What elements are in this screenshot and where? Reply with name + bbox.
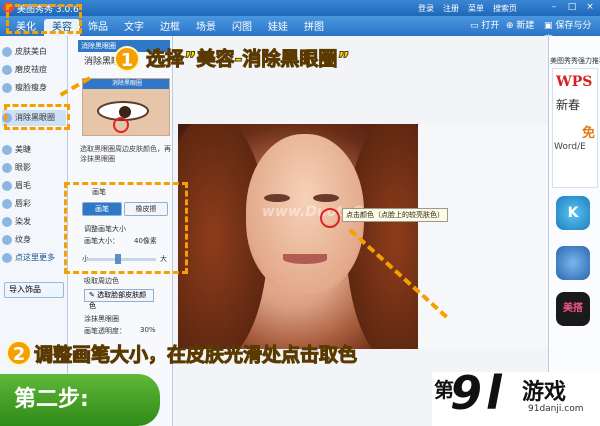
skin-icon — [2, 46, 12, 57]
pick-skin-color-button[interactable]: ✎ 选取脸部皮肤颜色 — [84, 289, 154, 310]
preview-tag: 消除黑眼圈 — [83, 79, 169, 89]
folder-icon: ▭ — [470, 21, 482, 31]
eyedropper-icon: ✎ — [89, 291, 98, 299]
hair-icon — [2, 216, 12, 227]
gear-icon[interactable] — [556, 246, 590, 280]
face-icon — [2, 64, 12, 75]
lips-icon — [2, 198, 12, 209]
save-share-button[interactable]: ▣ 保存与分享 — [544, 19, 600, 45]
sidebar-item-brows[interactable]: 眉毛 — [2, 178, 66, 194]
step2-number: 2 — [6, 340, 32, 366]
lash-icon — [2, 144, 12, 155]
panel-description: 选取黑眼圈周边皮肤颜色，再涂抹黑眼圈 — [80, 145, 171, 163]
brow-icon — [2, 180, 12, 191]
plus-icon: ⊕ — [506, 21, 517, 31]
eyeshadow-icon — [2, 162, 12, 173]
canvas-blank — [418, 124, 548, 349]
minimize-button[interactable]: – — [548, 2, 560, 13]
ad-wps-text: WPS — [556, 74, 593, 90]
close-button[interactable]: × — [584, 2, 596, 13]
brand-name: 游戏 — [522, 380, 567, 405]
meida-app-icon[interactable]: 美搭 — [556, 292, 590, 326]
tab-doll[interactable]: 娃娃 — [260, 19, 296, 36]
tab-collage[interactable]: 拼图 — [296, 19, 332, 36]
opacity-heading: 涂抹黑眼圈 — [84, 315, 119, 323]
import-accessory-button[interactable]: 导入饰品 — [4, 282, 64, 298]
search-link[interactable]: 搜索页 — [493, 3, 517, 14]
brand-nine: 9 — [450, 366, 483, 420]
tattoo-icon — [2, 234, 12, 245]
target-circle-icon — [113, 117, 129, 133]
opacity-value: 30% — [140, 326, 156, 334]
sidebar-item-whiten[interactable]: 皮肤美白 — [2, 44, 66, 60]
color-pick-circle-icon — [320, 208, 340, 228]
title-bar: 美图秀秀 3.0.6 登录 注册 菜单 搜索页 – □ × — [0, 0, 600, 16]
opacity-label: 画笔透明度： — [84, 327, 126, 335]
body-icon — [2, 82, 12, 93]
highlight-beauty-tab — [6, 4, 82, 34]
new-button[interactable]: ⊕ 新建 — [506, 19, 534, 33]
ad-script-text: 新春 — [556, 98, 581, 112]
sidebar-item-hair[interactable]: 染发 — [2, 214, 66, 230]
sidebar-item-eyeshadow[interactable]: 眼影 — [2, 160, 66, 176]
tab-flash[interactable]: 闪图 — [224, 19, 260, 36]
photo-canvas[interactable] — [178, 124, 418, 349]
highlight-dark-circle-item — [4, 104, 70, 130]
sidebar-item-tattoo[interactable]: 纹身 — [2, 232, 66, 248]
k-app-icon[interactable]: K — [556, 196, 590, 230]
maximize-button[interactable]: □ — [566, 2, 578, 13]
open-button[interactable]: ▭ 打开 — [470, 19, 499, 33]
brand-l: l — [486, 366, 502, 420]
menu-bar: 美化 美容 饰品 文字 边框 场景 闪图 娃娃 拼图 ▭ 打开 ⊕ 新建 ▣ 保… — [0, 16, 600, 45]
sidebar-item-lashes[interactable]: 美睫 — [2, 142, 66, 158]
step1-number: 1 — [114, 46, 140, 72]
sidebar-item-more[interactable]: 点这里更多 — [2, 250, 66, 266]
step-badge: 第二步: — [0, 374, 160, 426]
color-pick-label: 吸取周边色 — [84, 277, 119, 285]
tab-scene[interactable]: 场景 — [188, 19, 224, 36]
ad-header: 美图秀秀强力推荐 — [550, 57, 600, 65]
more-icon — [2, 252, 12, 263]
login-link[interactable]: 登录 — [418, 3, 434, 14]
step2-callout: 调整画笔大小，在皮肤光滑处点击取色 — [33, 344, 358, 367]
sidebar-item-smooth[interactable]: 磨皮祛痘 — [2, 62, 66, 78]
tab-frame[interactable]: 边框 — [152, 19, 188, 36]
tab-text[interactable]: 文字 — [116, 19, 152, 36]
sidebar-item-slim[interactable]: 瘦脸瘦身 — [2, 80, 66, 96]
tab-accessories[interactable]: 饰品 — [80, 19, 116, 36]
brand-url: 91danji.com — [528, 404, 584, 414]
feature-sidebar: 皮肤美白 磨皮祛痘 瘦脸瘦身 消除黑眼圈 美睫 眼影 眉毛 唇彩 染发 纹身 点… — [0, 36, 68, 426]
menu-link[interactable]: 菜单 — [468, 3, 484, 14]
pick-tooltip: 点击颜色（点脸上的较亮肤色） — [342, 208, 448, 222]
effect-preview: 消除黑眼圈 — [82, 78, 170, 136]
sidebar-item-lips[interactable]: 唇彩 — [2, 196, 66, 212]
ad-free-text: 免 — [582, 126, 596, 141]
ad-word-text: Word/E — [554, 142, 586, 152]
highlight-brush-settings — [64, 182, 188, 274]
save-icon: ▣ — [544, 21, 556, 31]
register-link[interactable]: 注册 — [443, 3, 459, 14]
step1-callout: 选择”美容-消除黑眼圈” — [146, 48, 351, 71]
